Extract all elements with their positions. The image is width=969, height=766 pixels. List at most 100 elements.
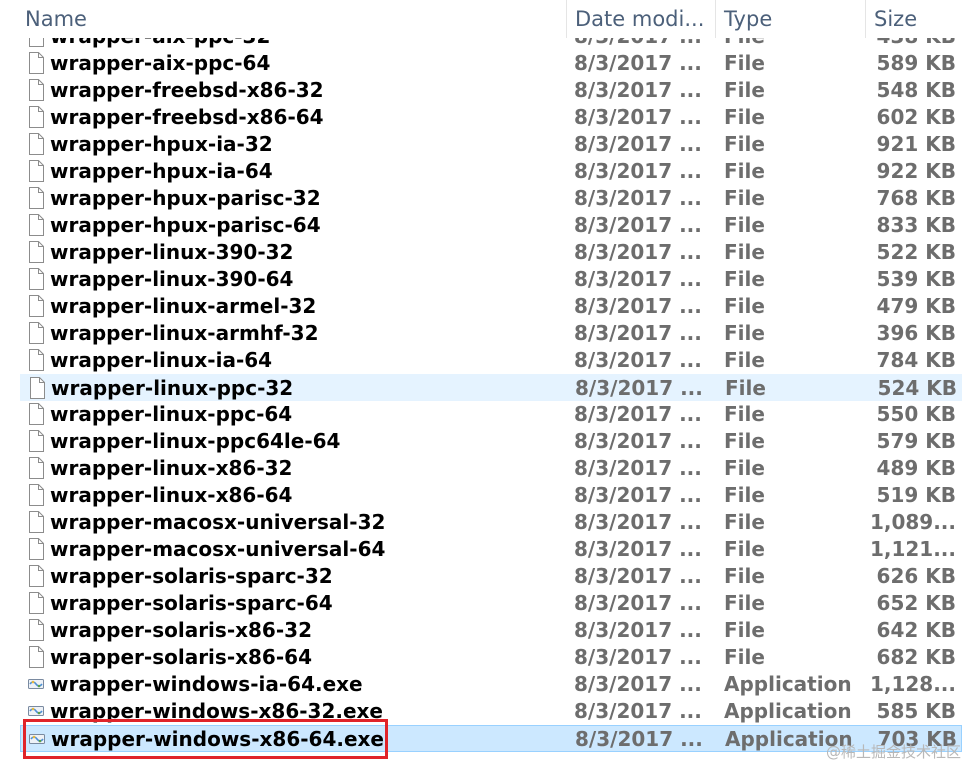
file-row[interactable]: wrapper-windows-x86-64.exe 8/3/2017 ... Ap… <box>20 725 962 752</box>
file-size: 522 KB <box>876 240 956 264</box>
file-size: 585 KB <box>876 699 956 723</box>
file-size: 1,121... <box>869 537 956 561</box>
file-row[interactable]: wrapper-solaris-sparc-64 8/3/2017 ... File… <box>20 590 962 617</box>
file-row[interactable]: wrapper-linux-390-64 8/3/2017 ... File 539 … <box>20 266 962 293</box>
file-date-modified: 8/3/2017 ... <box>574 321 702 345</box>
file-row[interactable]: wrapper-linux-ppc-64 8/3/2017 ... File 550 … <box>20 401 962 428</box>
file-row[interactable]: wrapper-solaris-sparc-32 8/3/2017 ... File… <box>20 563 962 590</box>
file-date-modified: 8/3/2017 ... <box>574 294 702 318</box>
column-header-row: Name Date modi... Type Size <box>0 0 969 38</box>
file-row[interactable]: wrapper-aix-ppc-64 8/3/2017 ... File 589 KB <box>20 50 962 77</box>
file-date-modified: 8/3/2017 ... <box>574 699 702 723</box>
file-name: wrapper-solaris-sparc-64 <box>50 591 333 615</box>
file-date-modified: 8/3/2017 ... <box>574 186 702 210</box>
file-row[interactable]: wrapper-hpux-ia-32 8/3/2017 ... File 921 KB <box>20 131 962 158</box>
file-name: wrapper-linux-ia-64 <box>50 348 273 372</box>
file-row[interactable]: wrapper-linux-armel-32 8/3/2017 ... File 47… <box>20 293 962 320</box>
application-icon <box>28 728 46 750</box>
file-row[interactable]: wrapper-windows-ia-64.exe 8/3/2017 ... App… <box>20 671 962 698</box>
file-name: wrapper-linux-ppc64le-64 <box>50 429 341 453</box>
file-type: File <box>724 294 765 318</box>
file-name: wrapper-macosx-universal-64 <box>50 537 386 561</box>
column-header-type[interactable]: Type <box>715 0 865 38</box>
file-date-modified: 8/3/2017 ... <box>574 78 702 102</box>
file-type: File <box>724 159 765 183</box>
file-date-modified: 8/3/2017 ... <box>574 510 702 534</box>
file-name: wrapper-macosx-universal-32 <box>50 510 386 534</box>
file-row[interactable]: wrapper-macosx-universal-64 8/3/2017 ... F… <box>20 536 962 563</box>
file-date-modified: 8/3/2017 ... <box>574 267 702 291</box>
file-row[interactable]: wrapper-windows-x86-32.exe 8/3/2017 ... Ap… <box>20 698 962 725</box>
file-row[interactable]: wrapper-linux-x86-32 8/3/2017 ... File 489 … <box>20 455 962 482</box>
file-size: 626 KB <box>876 564 956 588</box>
file-date-modified: 8/3/2017 ... <box>574 672 702 696</box>
file-name: wrapper-solaris-sparc-32 <box>50 564 333 588</box>
file-name: wrapper-hpux-ia-32 <box>50 132 273 156</box>
file-size: 489 KB <box>876 456 956 480</box>
file-name: wrapper-solaris-x86-32 <box>50 618 312 642</box>
file-date-modified: 8/3/2017 ... <box>574 456 702 480</box>
file-date-modified: 8/3/2017 ... <box>574 483 702 507</box>
file-icon <box>27 133 45 155</box>
file-row[interactable]: wrapper-solaris-x86-32 8/3/2017 ... File 64… <box>20 617 962 644</box>
file-icon <box>27 592 45 614</box>
file-row[interactable]: wrapper-hpux-ia-64 8/3/2017 ... File 922 KB <box>20 158 962 185</box>
file-date-modified: 8/3/2017 ... <box>574 132 702 156</box>
file-size: 1,128... <box>869 672 956 696</box>
file-type: File <box>724 186 765 210</box>
file-name: wrapper-hpux-parisc-32 <box>50 186 321 210</box>
file-row[interactable]: wrapper-freebsd-x86-64 8/3/2017 ... File 60… <box>20 104 962 131</box>
file-date-modified: 8/3/2017 ... <box>574 591 702 615</box>
file-type: File <box>724 132 765 156</box>
file-type: File <box>724 51 765 75</box>
file-size: 548 KB <box>876 78 956 102</box>
file-row[interactable]: wrapper-linux-ppc-32 8/3/2017 ... File 524 … <box>20 374 962 401</box>
file-size: 642 KB <box>876 618 956 642</box>
file-type: File <box>724 348 765 372</box>
file-row[interactable]: wrapper-freebsd-x86-32 8/3/2017 ... File 54… <box>20 77 962 104</box>
file-row[interactable]: wrapper-hpux-parisc-64 8/3/2017 ... File 83… <box>20 212 962 239</box>
file-size: 550 KB <box>876 402 956 426</box>
file-icon <box>27 646 45 668</box>
file-type: File <box>724 564 765 588</box>
file-date-modified: 8/3/2017 ... <box>574 240 702 264</box>
file-size: 652 KB <box>876 591 956 615</box>
application-icon <box>27 673 45 695</box>
file-row[interactable]: wrapper-linux-ppc64le-64 8/3/2017 ... File… <box>20 428 962 455</box>
file-size: 784 KB <box>876 348 956 372</box>
watermark: @稀土掘金技术社区 <box>825 743 961 761</box>
file-icon <box>27 241 45 263</box>
file-row[interactable]: wrapper-macosx-universal-32 8/3/2017 ... F… <box>20 509 962 536</box>
file-name: wrapper-freebsd-x86-64 <box>50 105 324 129</box>
file-icon <box>27 538 45 560</box>
file-type: File <box>724 321 765 345</box>
file-name: wrapper-linux-x86-64 <box>50 483 293 507</box>
file-icon <box>27 79 45 101</box>
file-date-modified: 8/3/2017 ... <box>574 429 702 453</box>
file-row[interactable]: wrapper-linux-armhf-32 8/3/2017 ... File 39… <box>20 320 962 347</box>
file-name: wrapper-windows-x86-64.exe <box>51 727 384 751</box>
file-row[interactable]: wrapper-aix-ppc-32 8/3/2017 ... File438 KB <box>20 38 962 50</box>
column-header-name[interactable]: Name <box>16 0 566 38</box>
file-size: 921 KB <box>876 132 956 156</box>
file-size: 438 KB <box>860 38 956 50</box>
file-name: wrapper-linux-390-64 <box>50 267 294 291</box>
file-icon <box>27 619 45 641</box>
file-name: wrapper-solaris-x86-64 <box>50 645 312 669</box>
column-header-date-modified[interactable]: Date modi... <box>566 0 715 38</box>
application-icon <box>27 700 45 722</box>
file-row[interactable]: wrapper-linux-ia-64 8/3/2017 ... File 784 K… <box>20 347 962 374</box>
file-type: File <box>724 537 765 561</box>
file-row[interactable]: wrapper-linux-x86-64 8/3/2017 ... File 519 … <box>20 482 962 509</box>
file-date-modified: 8/3/2017 ... <box>574 618 702 642</box>
file-size: 602 KB <box>876 105 956 129</box>
file-row[interactable]: wrapper-hpux-parisc-32 8/3/2017 ... File 76… <box>20 185 962 212</box>
file-name: wrapper-aix-ppc-64 <box>50 51 271 75</box>
column-header-size[interactable]: Size <box>865 0 969 38</box>
file-row[interactable]: wrapper-linux-390-32 8/3/2017 ... File 522 … <box>20 239 962 266</box>
file-date-modified: 8/3/2017 ... <box>574 348 702 372</box>
file-icon <box>27 484 45 506</box>
file-row[interactable]: wrapper-solaris-x86-64 8/3/2017 ... File 68… <box>20 644 962 671</box>
file-name: wrapper-linux-x86-32 <box>50 456 293 480</box>
file-icon <box>27 457 45 479</box>
